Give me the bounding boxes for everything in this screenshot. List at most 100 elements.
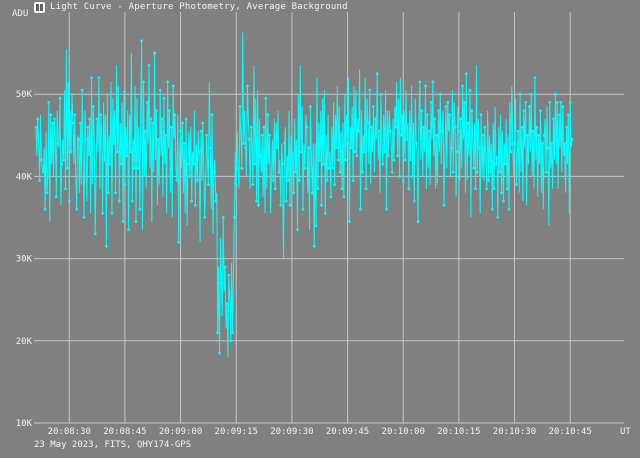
data-point bbox=[49, 113, 53, 117]
x-tick-label: 20:10:00 bbox=[382, 427, 425, 437]
data-point bbox=[565, 125, 568, 129]
data-point bbox=[260, 133, 264, 137]
data-point bbox=[446, 101, 450, 104]
data-point bbox=[186, 162, 190, 166]
data-point bbox=[155, 109, 158, 112]
data-point bbox=[62, 158, 66, 162]
data-point bbox=[251, 183, 255, 187]
data-point bbox=[472, 166, 476, 170]
data-point bbox=[153, 51, 157, 55]
data-point bbox=[240, 166, 244, 170]
data-point bbox=[210, 113, 214, 117]
x-tick-label: 20:09:15 bbox=[215, 427, 258, 437]
data-point bbox=[271, 179, 275, 182]
data-point bbox=[366, 121, 370, 125]
data-point bbox=[223, 265, 227, 269]
data-point bbox=[392, 158, 396, 162]
data-point bbox=[88, 117, 92, 121]
data-point bbox=[275, 146, 279, 150]
data-point bbox=[60, 162, 64, 166]
x-tick-label: 20:08:45 bbox=[103, 427, 146, 437]
data-point bbox=[236, 166, 240, 170]
data-point bbox=[411, 175, 414, 178]
data-point bbox=[184, 117, 188, 121]
data-point bbox=[249, 125, 253, 129]
x-tick-label: 20:08:30 bbox=[48, 427, 91, 437]
data-point bbox=[40, 158, 43, 162]
data-point bbox=[398, 175, 401, 178]
data-point bbox=[353, 150, 357, 154]
data-point bbox=[407, 187, 411, 191]
data-point bbox=[71, 121, 75, 125]
data-point bbox=[73, 113, 77, 117]
data-point bbox=[424, 84, 427, 88]
data-point bbox=[550, 142, 553, 145]
x-tick-label: 20:09:45 bbox=[326, 427, 369, 437]
y-tick-label: 20K bbox=[16, 337, 33, 347]
data-point bbox=[314, 224, 318, 228]
data-point bbox=[450, 146, 453, 150]
data-point bbox=[277, 170, 281, 174]
y-tick-label: 10K bbox=[16, 419, 33, 429]
data-point bbox=[77, 138, 80, 141]
data-point bbox=[307, 146, 310, 150]
data-point bbox=[127, 228, 130, 232]
data-point bbox=[437, 109, 440, 112]
data-point bbox=[372, 105, 375, 108]
data-point bbox=[145, 101, 149, 104]
data-point bbox=[309, 105, 312, 108]
data-point bbox=[557, 113, 561, 117]
data-point bbox=[173, 113, 177, 117]
data-point bbox=[524, 101, 528, 104]
data-point bbox=[433, 117, 437, 121]
data-point bbox=[310, 191, 314, 195]
data-point bbox=[136, 166, 140, 170]
data-point bbox=[164, 133, 168, 137]
data-point bbox=[290, 162, 294, 166]
data-point bbox=[132, 166, 136, 170]
data-point bbox=[387, 154, 390, 158]
footer-caption: 23 May 2023, FITS, QHY174-GPS bbox=[34, 440, 192, 450]
data-point bbox=[329, 195, 333, 199]
data-point bbox=[79, 121, 82, 125]
data-point bbox=[448, 113, 451, 117]
data-point bbox=[494, 162, 498, 166]
data-point bbox=[500, 191, 503, 195]
data-point bbox=[507, 207, 511, 211]
chart-grid bbox=[34, 12, 624, 424]
data-point bbox=[41, 170, 45, 174]
data-point bbox=[431, 80, 435, 84]
data-point bbox=[106, 191, 110, 195]
data-point bbox=[374, 117, 377, 121]
data-point bbox=[539, 109, 542, 112]
data-point bbox=[318, 158, 322, 162]
data-point bbox=[273, 187, 277, 191]
data-point bbox=[296, 228, 299, 232]
data-point bbox=[67, 199, 71, 203]
data-point bbox=[84, 138, 88, 141]
data-point bbox=[451, 170, 455, 174]
data-point bbox=[142, 80, 145, 84]
data-point bbox=[231, 331, 234, 334]
data-point bbox=[368, 88, 372, 92]
data-point bbox=[335, 146, 338, 150]
data-point bbox=[563, 142, 566, 145]
data-point bbox=[116, 150, 119, 154]
data-point bbox=[297, 179, 301, 182]
data-point bbox=[195, 179, 199, 182]
data-point bbox=[82, 216, 86, 219]
data-point bbox=[110, 212, 114, 215]
data-point bbox=[279, 203, 283, 207]
data-point bbox=[182, 142, 186, 145]
data-point bbox=[283, 142, 286, 145]
x-axis-label: UT bbox=[620, 427, 631, 437]
data-point bbox=[112, 142, 116, 145]
data-point bbox=[416, 220, 420, 224]
data-point bbox=[53, 117, 56, 121]
data-point bbox=[51, 121, 54, 125]
data-point bbox=[64, 187, 67, 191]
data-point bbox=[225, 302, 229, 306]
data-point bbox=[444, 105, 448, 108]
data-point bbox=[208, 146, 212, 150]
data-point bbox=[234, 183, 238, 187]
